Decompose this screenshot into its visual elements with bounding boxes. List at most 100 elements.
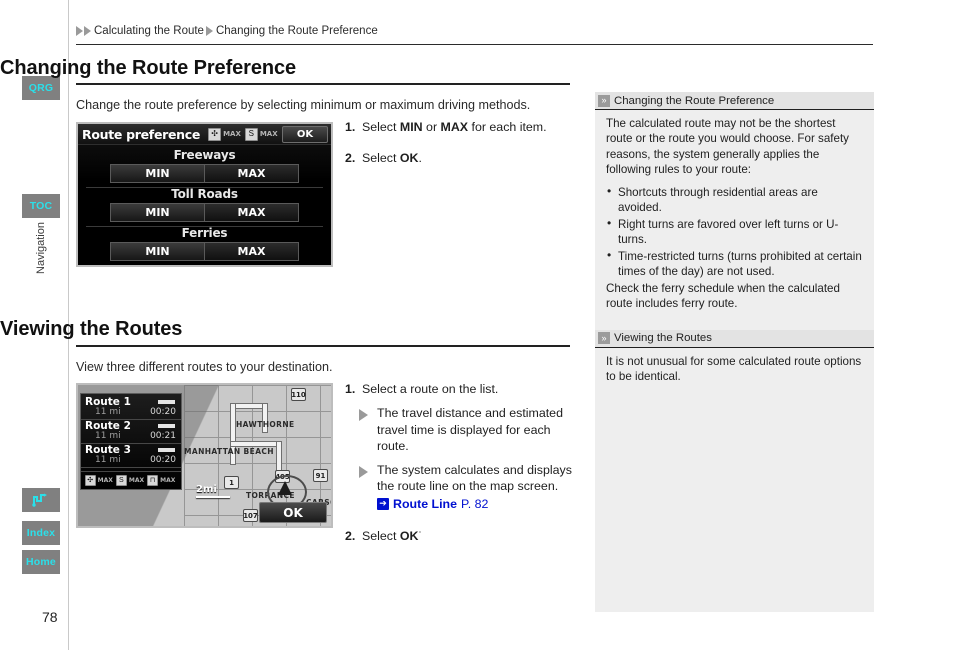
freeway-status-label: MAX xyxy=(97,477,113,484)
step-text-pre: Select xyxy=(362,529,400,544)
note-title: Viewing the Routes xyxy=(614,332,712,345)
route-distance: 11 mi xyxy=(95,407,121,417)
toll-road-status-label: MAX xyxy=(128,477,145,484)
route-color-swatch xyxy=(158,448,175,452)
note-marker-icon: » xyxy=(598,332,610,345)
section-2-title: Viewing the Routes xyxy=(0,318,183,340)
toll-roads-label: Toll Roads xyxy=(171,187,238,201)
note-spacer xyxy=(595,318,874,330)
page-title: Changing the Route Preference xyxy=(0,57,297,79)
step-item: 2. Select OK˙ xyxy=(345,528,573,545)
map-ok-button[interactable]: OK xyxy=(259,502,327,523)
breadcrumb-divider xyxy=(76,44,873,45)
page-number: 78 xyxy=(42,609,58,625)
ferries-max-button[interactable]: MAX xyxy=(204,242,299,261)
sidebar-item-index[interactable]: Index xyxy=(22,521,60,545)
manual-page: QRG TOC Navigation Index Home Calculatin… xyxy=(0,0,954,650)
breadcrumb-current: Changing the Route Preference xyxy=(215,25,378,37)
step-emphasis-min: MIN xyxy=(399,120,423,134)
note-block: » Viewing the Routes It is not unusual f… xyxy=(595,329,874,391)
freeways-label: Freeways xyxy=(173,148,236,162)
freeway-icon: ✣ xyxy=(208,127,222,141)
note-block: » Changing the Route Preference The calc… xyxy=(595,92,874,318)
note-body: It is not unusual for some calculated ro… xyxy=(595,348,874,391)
route-preference-screenshot: Route preference ✣ MAX S MAX ⊓ MAX OK Fr… xyxy=(76,122,333,267)
note-bullet: Right turns are favored over left turns … xyxy=(606,216,864,247)
route-distance: 11 mi xyxy=(95,431,121,441)
toll-road-status-label: MAX xyxy=(259,130,278,138)
route-list-item[interactable]: Route 1 11 mi 00:20 xyxy=(81,396,181,420)
vehicle-position-icon xyxy=(278,481,292,495)
title-underline xyxy=(76,83,570,85)
breadcrumb-arrow-icon xyxy=(84,26,91,36)
step-text-post: . xyxy=(418,151,422,166)
step-number: 2. xyxy=(345,529,356,544)
step-text-post: for each item. xyxy=(468,120,547,134)
note-paragraph: The calculated route may not be the shor… xyxy=(606,117,849,177)
map-route-icon xyxy=(32,493,47,507)
cross-reference-link[interactable]: ➔ Route Line P. 82 xyxy=(377,496,573,513)
sidebar-section-label: Navigation xyxy=(22,222,60,302)
ferry-status-label: MAX xyxy=(160,477,176,484)
preference-row-ferries: Ferries MIN MAX xyxy=(78,226,331,261)
index-label: Index xyxy=(26,527,56,539)
route-status-icons: ✣ MAX S MAX ⊓ MAX xyxy=(81,471,181,487)
cross-reference-title: Route Line xyxy=(393,496,458,511)
breadcrumb: Calculating the Route Changing the Route… xyxy=(76,22,576,40)
toll-roads-max-button[interactable]: MAX xyxy=(204,203,299,222)
route-list-screenshot: MANHATTAN BEACH HAWTHORNE TORRANCE CARSO… xyxy=(76,383,333,528)
note-paragraph: It is not unusual for some calculated ro… xyxy=(606,354,862,384)
highway-shield: 107 xyxy=(243,509,258,522)
step-text-mid: or xyxy=(422,120,441,134)
breadcrumb-separator-icon xyxy=(205,26,213,36)
section-2-intro: View three different routes to your dest… xyxy=(76,360,333,374)
step-text-pre: Select xyxy=(362,151,400,166)
ferries-min-button[interactable]: MIN xyxy=(110,242,204,261)
toc-label: TOC xyxy=(29,200,53,212)
step-emphasis-max: MAX xyxy=(440,120,469,134)
map-label: MANHATTAN BEACH xyxy=(184,447,274,456)
sidebar-item-toc[interactable]: TOC xyxy=(22,194,60,218)
route-time: 00:20 xyxy=(150,455,176,465)
qrg-label: QRG xyxy=(28,82,54,94)
route-color-swatch xyxy=(158,424,175,428)
route-list-item[interactable]: Route 2 11 mi 00:21 xyxy=(81,420,181,444)
nav-ok-button[interactable]: OK xyxy=(282,126,328,143)
freeway-icon: ✣ xyxy=(84,475,96,486)
step-text-post: ˙ xyxy=(418,529,423,544)
step-emphasis-ok: OK xyxy=(399,151,419,166)
sidebar-item-map[interactable] xyxy=(22,488,60,512)
note-bullet: Time-restricted turns (turns prohibited … xyxy=(606,248,864,279)
route-list-item[interactable]: Route 3 11 mi 00:20 xyxy=(81,444,181,468)
breadcrumb-parent[interactable]: Calculating the Route xyxy=(94,25,204,37)
toll-roads-min-button[interactable]: MIN xyxy=(110,203,204,222)
sidebar-item-home[interactable]: Home xyxy=(22,550,60,574)
route-time: 00:20 xyxy=(150,407,176,417)
substep-item: The travel distance and estimated travel… xyxy=(359,405,573,455)
breadcrumb-arrow-icon xyxy=(76,26,83,36)
cross-reference-page: P. 82 xyxy=(461,496,489,511)
freeways-max-button[interactable]: MAX xyxy=(204,164,299,183)
note-bullet-list: Shortcuts through residential areas are … xyxy=(606,184,864,279)
notes-panel: » Changing the Route Preference The calc… xyxy=(595,92,874,612)
route-distance: 11 mi xyxy=(95,455,121,465)
section-intro: Change the route preference by selecting… xyxy=(76,98,531,112)
home-label: Home xyxy=(26,556,56,568)
note-marker-icon: » xyxy=(598,94,610,107)
note-header: » Changing the Route Preference xyxy=(595,92,874,110)
section-2-steps: 1. Select a route on the list. The trave… xyxy=(345,381,573,551)
preference-row-toll-roads: Toll Roads MIN MAX xyxy=(78,187,331,222)
freeways-min-button[interactable]: MIN xyxy=(110,164,204,183)
highway-shield: 110 xyxy=(291,388,306,401)
note-header: » Viewing the Routes xyxy=(595,329,874,348)
toll-road-icon: S xyxy=(244,127,258,141)
title-underline xyxy=(76,345,570,347)
navigation-label: Navigation xyxy=(35,222,47,274)
step-emphasis-ok: OK xyxy=(399,529,419,544)
map-label: HAWTHORNE xyxy=(236,420,295,429)
highway-shield: 91 xyxy=(313,469,328,482)
nav-screen-header: Route preference ✣ MAX S MAX ⊓ MAX OK xyxy=(78,124,331,145)
note-title: Changing the Route Preference xyxy=(614,94,775,107)
substep-text: The travel distance and estimated travel… xyxy=(377,406,563,454)
step-number: 1. xyxy=(345,382,356,396)
